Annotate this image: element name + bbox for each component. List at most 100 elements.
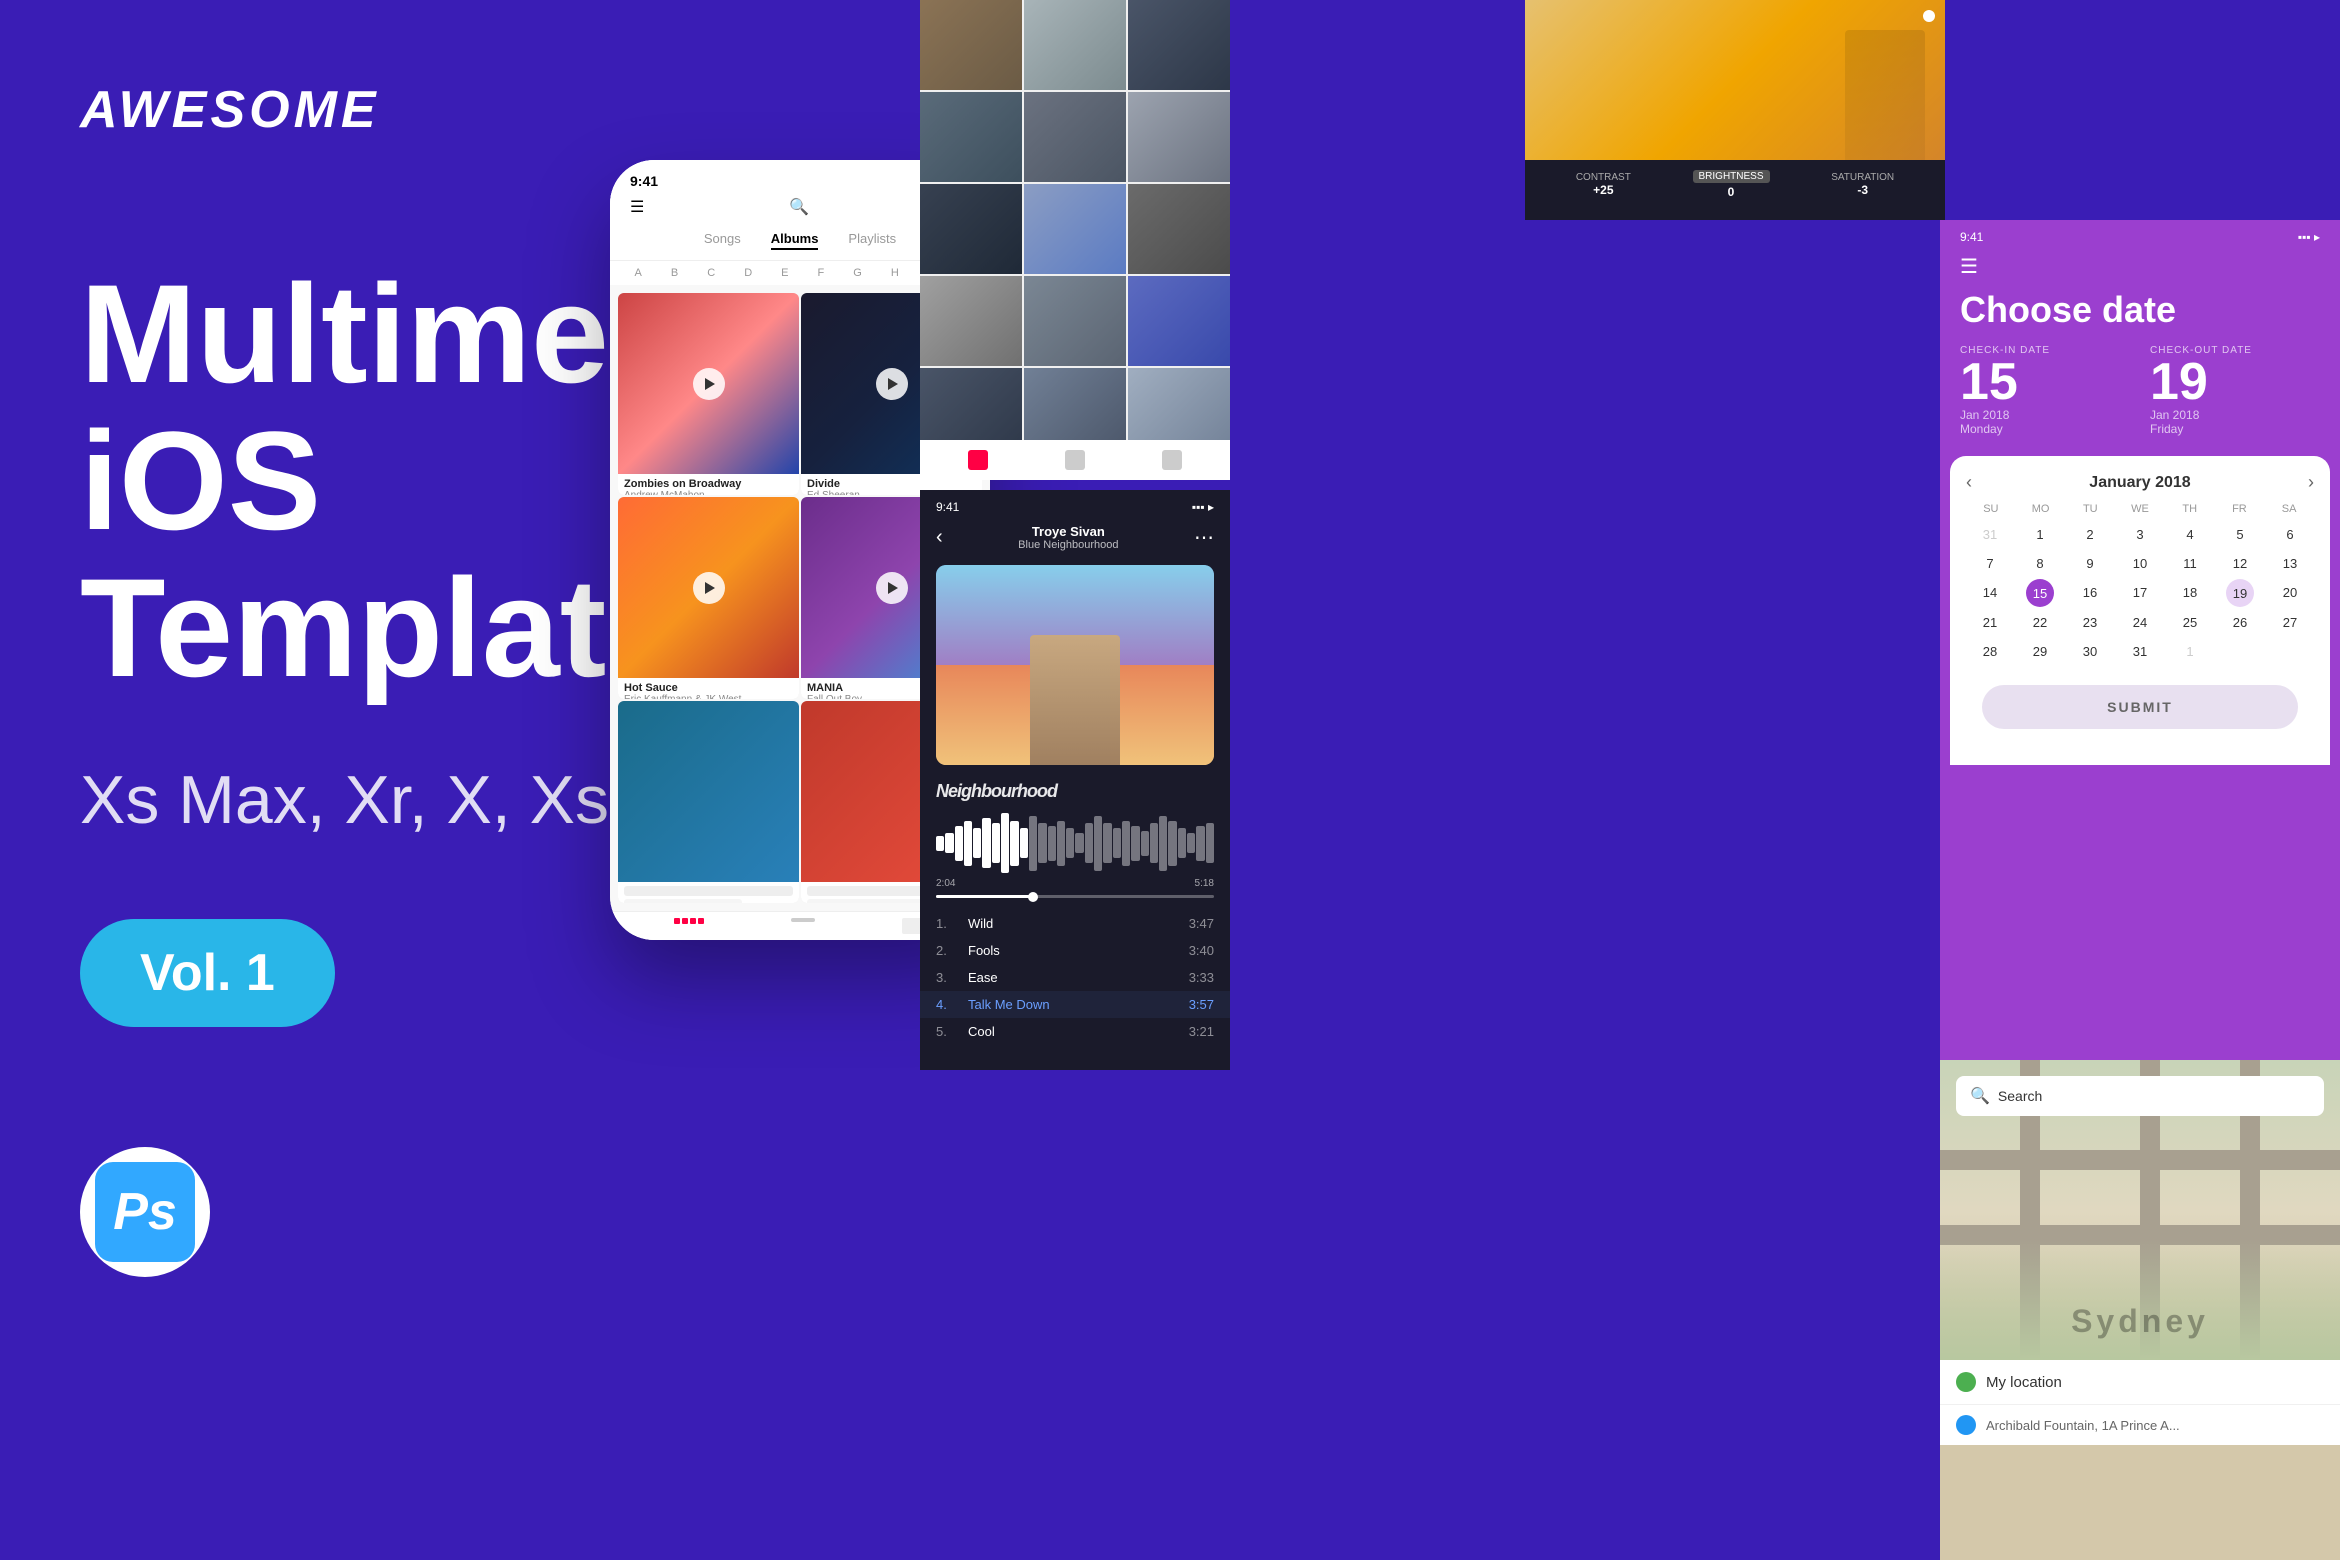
photo-cell-1[interactable] (920, 0, 1022, 90)
back-arrow-icon[interactable]: ‹ (936, 526, 943, 549)
track-num-2: 2. (936, 943, 956, 958)
list-layout-icon[interactable] (1162, 450, 1182, 470)
map-result-row[interactable]: Archibald Fountain, 1A Prince A... (1940, 1404, 2340, 1445)
cal-day-26[interactable]: 26 (2216, 609, 2264, 636)
tab-songs[interactable]: Songs (704, 231, 741, 250)
calendar-status-bar: 9:41 ▪▪▪ ▸ (1940, 220, 2340, 250)
cal-day-11[interactable]: 11 (2166, 550, 2214, 577)
calendar-signal: ▪▪▪ ▸ (2298, 230, 2320, 244)
volume-badge[interactable]: Vol. 1 (80, 919, 335, 1027)
cal-day-23[interactable]: 23 (2066, 609, 2114, 636)
photo-cell-5[interactable] (1024, 92, 1126, 182)
map-search-bar[interactable]: 🔍 Search (1956, 1076, 2324, 1116)
cal-day-7[interactable]: 7 (1966, 550, 2014, 577)
checkout-col: CHECK-OUT DATE 19 Jan 2018 Friday (2150, 345, 2320, 436)
cal-day-4[interactable]: 4 (2166, 521, 2214, 548)
cal-day-10[interactable]: 10 (2116, 550, 2164, 577)
wave-bar-1 (945, 833, 953, 853)
cal-day-15[interactable]: 15 (2026, 579, 2054, 607)
wave-bar-8 (1010, 821, 1018, 866)
cal-day-3[interactable]: 3 (2116, 521, 2164, 548)
wave-bar-19 (1113, 828, 1121, 858)
track-dur-5: 3:21 (1189, 1024, 1214, 1039)
track-item-3[interactable]: 3. Ease 3:33 (920, 964, 1230, 991)
cal-day-29[interactable]: 29 (2016, 638, 2064, 665)
calendar-menu-icon[interactable]: ☰ (1960, 254, 2320, 279)
cal-day-25[interactable]: 25 (2166, 609, 2214, 636)
grid-1x1-icon[interactable] (1065, 450, 1085, 470)
cal-day-27[interactable]: 27 (2266, 609, 2314, 636)
photo-cell-10[interactable] (920, 276, 1022, 366)
wave-bar-27 (1187, 833, 1195, 853)
track-name-5: Cool (968, 1024, 1177, 1039)
cal-day-8[interactable]: 8 (2016, 550, 2064, 577)
player-timestamps: 2:04 5:18 (920, 878, 1230, 889)
hamburger-icon[interactable]: ☰ (630, 197, 644, 217)
cal-day-20[interactable]: 20 (2266, 579, 2314, 607)
calendar-day-headers: SU MO TU WE TH FR SA (1966, 503, 2314, 515)
grid-2x2-icon[interactable] (968, 450, 988, 470)
cal-day-next-1[interactable]: 1 (2166, 638, 2214, 665)
map-city-label: Sydney (2071, 1303, 2209, 1340)
grid-view-icon[interactable] (674, 918, 704, 934)
cal-day-13[interactable]: 13 (2266, 550, 2314, 577)
cal-day-31[interactable]: 31 (1966, 521, 2014, 548)
map-search-text: Search (1998, 1088, 2042, 1104)
submit-button[interactable]: SUBMIT (1982, 685, 2298, 729)
photo-cell-6[interactable] (1128, 92, 1230, 182)
tab-albums[interactable]: Albums (771, 231, 819, 250)
search-icon[interactable]: 🔍 (789, 197, 809, 217)
brightness-value[interactable]: 0 (1693, 185, 1770, 199)
player-scrubber[interactable] (936, 895, 1214, 898)
cal-day-12[interactable]: 12 (2216, 550, 2264, 577)
photo-cell-3[interactable] (1128, 0, 1230, 90)
cal-prev-icon[interactable]: ‹ (1966, 472, 1972, 493)
map-location-row[interactable]: My location (1940, 1360, 2340, 1404)
map-result-text: Archibald Fountain, 1A Prince A... (1986, 1418, 2180, 1433)
photo-grid-bottom-bar (920, 440, 1230, 480)
track-item-4[interactable]: 4. Talk Me Down 3:57 (920, 991, 1230, 1018)
cal-day-1[interactable]: 1 (2016, 521, 2064, 548)
cal-day-9[interactable]: 9 (2066, 550, 2114, 577)
track-item-2[interactable]: 2. Fools 3:40 (920, 937, 1230, 964)
cal-day-28[interactable]: 28 (1966, 638, 2014, 665)
cal-day-17[interactable]: 17 (2116, 579, 2164, 607)
wave-bar-29 (1206, 823, 1214, 863)
cal-day-18[interactable]: 18 (2166, 579, 2214, 607)
album-hotsauce[interactable]: Hot Sauce Eric Kauffmann & JK West (618, 497, 799, 699)
cal-day-19[interactable]: 19 (2226, 579, 2254, 607)
scrubber-dot (1028, 892, 1038, 902)
music-player-phone: 9:41 ▪▪▪ ▸ ‹ Troye Sivan Blue Neighbourh… (920, 490, 1230, 1070)
cal-day-6[interactable]: 6 (2266, 521, 2314, 548)
cal-next-icon[interactable]: › (2308, 472, 2314, 493)
player-more-icon[interactable]: ⋯ (1194, 525, 1214, 550)
track-item-1[interactable]: 1. Wild 3:47 (920, 910, 1230, 937)
cal-day-24[interactable]: 24 (2116, 609, 2164, 636)
photo-cell-9[interactable] (1128, 184, 1230, 274)
contrast-value[interactable]: +25 (1576, 183, 1631, 197)
cal-day-2[interactable]: 2 (2066, 521, 2114, 548)
photo-cell-2[interactable] (1024, 0, 1126, 90)
photo-cell-4[interactable] (920, 92, 1022, 182)
cal-day-30[interactable]: 30 (2066, 638, 2114, 665)
calendar-checkin-row: CHECK-IN DATE 15 Jan 2018 Monday CHECK-O… (1960, 345, 2320, 436)
tab-playlists[interactable]: Playlists (848, 231, 896, 250)
saturation-label: SATURATION (1831, 172, 1894, 183)
cal-day-16[interactable]: 16 (2066, 579, 2114, 607)
calendar-days: 31 1 2 3 4 5 6 7 8 9 10 11 12 13 14 15 1… (1966, 521, 2314, 665)
saturation-value[interactable]: -3 (1831, 183, 1894, 197)
photo-cell-7[interactable] (920, 184, 1022, 274)
cal-day-5[interactable]: 5 (2216, 521, 2264, 548)
album-zombies[interactable]: Zombies on Broadway Andrew McMahon (618, 293, 799, 495)
cal-day-31b[interactable]: 31 (2116, 638, 2164, 665)
track-item-5[interactable]: 5. Cool 3:21 (920, 1018, 1230, 1045)
photo-cell-8[interactable] (1024, 184, 1126, 274)
cal-day-22[interactable]: 22 (2016, 609, 2064, 636)
track-dur-3: 3:33 (1189, 970, 1214, 985)
photo-cell-12[interactable] (1128, 276, 1230, 366)
cal-day-14[interactable]: 14 (1966, 579, 2014, 607)
cal-day-21[interactable]: 21 (1966, 609, 2014, 636)
photo-cell-11[interactable] (1024, 276, 1126, 366)
list-view-icon[interactable] (791, 918, 815, 934)
album-extra1[interactable] (618, 701, 799, 903)
